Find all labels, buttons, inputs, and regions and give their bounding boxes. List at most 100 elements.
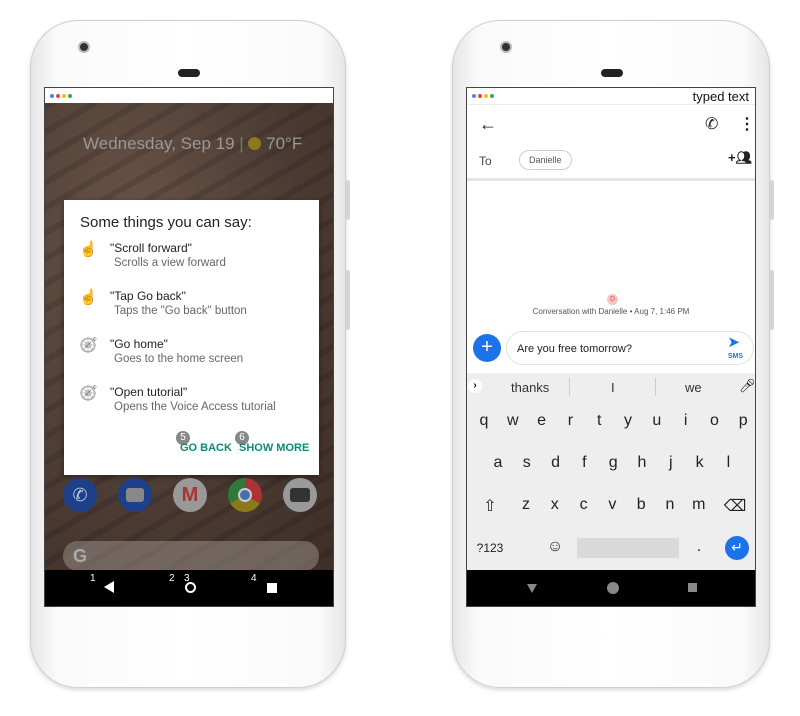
number-label: 1 [90,573,96,584]
gmail-app-icon[interactable]: M [173,478,207,512]
key-h[interactable]: h [630,454,654,472]
side-button [770,270,774,330]
more-options-icon[interactable]: ⋮ [739,114,755,134]
command-label[interactable]: "Scroll forward" [110,241,192,255]
navigation-bar [467,570,755,606]
key-f[interactable]: f [572,454,596,472]
add-attachment-button[interactable]: + [473,334,501,362]
command-label[interactable]: "Open tutorial" [110,385,187,399]
key-m[interactable]: m [687,496,711,514]
touch-icon: ☝ [79,289,98,306]
temperature-text: 70°F [266,134,303,153]
suggestion-item[interactable]: I [611,380,615,395]
key-z[interactable]: z [514,496,538,514]
add-person-icon[interactable]: +👥︎ [728,150,752,166]
speaker [178,69,200,77]
right-screen: typed text ← ✆ ⋮ To Danielle +👥︎ D Conve… [466,87,756,607]
recents-button[interactable] [267,583,277,593]
number-label: 2 [169,573,175,584]
home-button[interactable] [185,582,196,593]
key-v[interactable]: v [600,496,624,514]
key-t[interactable]: t [587,412,611,430]
command-description: Scrolls a view forward [114,257,226,269]
conversation-info: Conversation with Danielle • Aug 7, 1:46… [532,307,690,316]
key-g[interactable]: g [601,454,625,472]
go-back-button[interactable]: GO BACK [180,442,232,454]
key-n[interactable]: n [658,496,682,514]
dialog-title: Some things you can say: [80,214,252,231]
expand-toolbar-icon[interactable]: › [468,379,482,393]
key-r[interactable]: r [558,412,582,430]
key-q[interactable]: q [472,412,496,430]
weather-icon [248,137,262,150]
to-label: To [479,154,492,168]
touch-icon: ☝ [79,241,98,258]
command-description: Goes to the home screen [114,353,244,365]
key-i[interactable]: i [674,412,698,430]
compass-icon: 🧭︎ [79,385,99,402]
side-button [770,180,774,220]
contact-avatar: D [607,294,618,305]
call-icon[interactable]: ✆ [705,114,718,134]
home-button[interactable] [607,582,619,594]
key-s[interactable]: s [515,454,539,472]
camera-app-icon[interactable] [283,478,317,512]
message-text: Are you free tomorrow? [517,343,632,355]
key-p[interactable]: p [731,412,755,430]
key-o[interactable]: o [702,412,726,430]
recipient-chip[interactable]: Danielle [519,150,572,170]
key-x[interactable]: x [543,496,567,514]
key-j[interactable]: j [659,454,683,472]
key-w[interactable]: w [501,412,525,430]
phone-app-icon[interactable]: ✆ [63,478,97,512]
key-u[interactable]: u [645,412,669,430]
left-screen: Wednesday, Sep 19 | 70°F Some things you… [44,87,334,607]
key-a[interactable]: a [486,454,510,472]
shift-icon[interactable]: ⇧ [478,496,502,516]
key-k[interactable]: k [688,454,712,472]
keyboard: q w e r t y u i o p a s d f g h j k l z x c v b n m ⇧ ⌫ ?123 ☺. ↵ [467,400,755,570]
suggestion-item[interactable]: we [685,380,702,395]
compass-icon: 🧭︎ [79,337,99,354]
suggestion-item[interactable]: thanks [511,380,549,395]
message-input[interactable]: Are you free tomorrow? ➤ SMS [506,331,754,365]
period-key[interactable]: . [687,538,711,556]
send-sms-button[interactable]: SMS [728,353,743,360]
backspace-icon[interactable]: ⌫ [723,496,747,516]
date-text: Wednesday, Sep 19 [83,134,235,153]
symbols-key[interactable]: ?123 [475,541,505,555]
number-label: 4 [251,573,257,584]
google-search-bar[interactable]: G [63,541,319,571]
back-button[interactable] [527,584,537,593]
key-d[interactable]: d [544,454,568,472]
key-l[interactable]: l [716,454,740,472]
command-label[interactable]: "Go home" [110,337,168,351]
key-b[interactable]: b [629,496,653,514]
send-icon: ➤ [727,334,740,351]
show-more-button[interactable]: SHOW MORE [239,442,309,454]
side-button [346,270,350,330]
key-c[interactable]: c [572,496,596,514]
enter-button[interactable]: ↵ [725,536,749,560]
key-e[interactable]: e [530,412,554,430]
key-y[interactable]: y [616,412,640,430]
front-camera [500,41,512,53]
microphone-icon[interactable]: 🎤︎ [739,378,755,394]
command-label[interactable]: "Tap Go back" [110,289,186,303]
side-button [346,180,350,220]
command-description: Opens the Voice Access tutorial [114,401,276,413]
back-arrow-icon[interactable]: ← [479,114,497,135]
google-logo: G [73,546,88,566]
emoji-icon[interactable]: ☺ [543,538,567,556]
navigation-bar: 1 2 3 4 [45,570,333,606]
command-description: Taps the "Go back" button [114,305,247,317]
back-button[interactable] [104,581,114,593]
status-text: typed text [692,89,749,104]
voice-access-dialog: Some things you can say: ☝ "Scroll forwa… [64,200,319,475]
speaker [601,69,623,77]
messages-app-icon[interactable] [118,478,152,512]
suggestion-strip: › thanks I we 🎤︎ [467,373,755,401]
recents-button[interactable] [688,583,697,592]
chrome-app-icon[interactable] [228,478,262,512]
space-bar[interactable] [577,538,679,558]
